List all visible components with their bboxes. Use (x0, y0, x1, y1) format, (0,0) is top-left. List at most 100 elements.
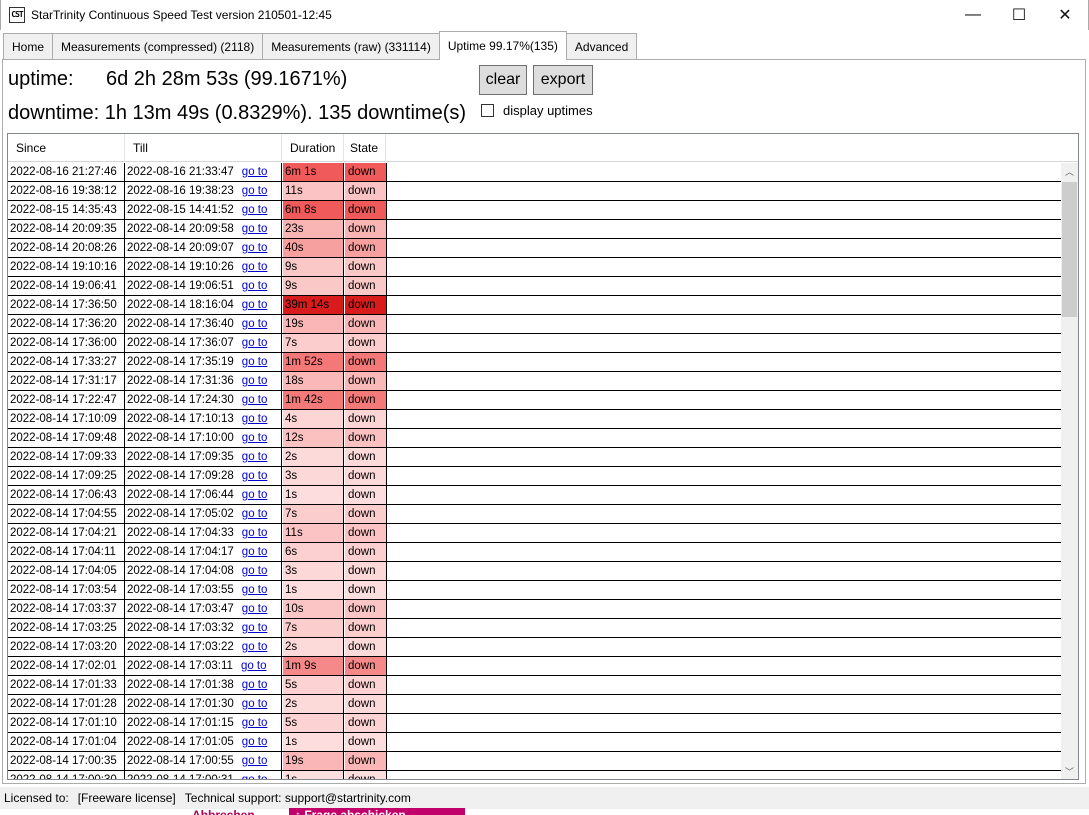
goto-link[interactable]: go to (242, 489, 268, 501)
cell-state: down (345, 619, 387, 637)
tab-measurements-compressed[interactable]: Measurements (compressed) (2118) (52, 33, 264, 59)
table-row[interactable]: 2022-08-14 17:31:17 2022-08-14 17:31:36 go… (8, 372, 1062, 391)
goto-link[interactable]: go to (241, 660, 267, 672)
goto-link[interactable]: go to (242, 432, 268, 444)
goto-link[interactable]: go to (242, 185, 268, 197)
tab-measurements-raw[interactable]: Measurements (raw) (331114) (262, 33, 440, 59)
table-row[interactable]: 2022-08-14 17:04:55 2022-08-14 17:05:02 go… (8, 505, 1062, 524)
till-value: 2022-08-14 17:04:08 (127, 565, 234, 577)
goto-link[interactable]: go to (242, 337, 268, 349)
goto-link[interactable]: go to (242, 204, 268, 216)
table-row[interactable]: 2022-08-14 17:06:43 2022-08-14 17:06:44 go… (8, 486, 1062, 505)
goto-link[interactable]: go to (242, 717, 268, 729)
goto-link[interactable]: go to (242, 242, 268, 254)
goto-link[interactable]: go to (242, 774, 268, 779)
table-row[interactable]: 2022-08-14 19:10:16 2022-08-14 19:10:26 go… (8, 258, 1062, 277)
table-row[interactable]: 2022-08-14 17:04:11 2022-08-14 17:04:17 go… (8, 543, 1062, 562)
cell-since: 2022-08-14 17:03:20 (8, 638, 125, 656)
close-icon[interactable]: ✕ (1042, 0, 1088, 30)
goto-link[interactable]: go to (242, 603, 268, 615)
table-row[interactable]: 2022-08-14 17:09:48 2022-08-14 17:10:00 go… (8, 429, 1062, 448)
cell-till: 2022-08-14 17:04:08 go to (125, 562, 282, 580)
display-uptimes-option[interactable]: display uptimes (481, 103, 593, 118)
goto-link[interactable]: go to (242, 261, 268, 273)
goto-link[interactable]: go to (242, 546, 268, 558)
table-row[interactable]: 2022-08-14 17:03:25 2022-08-14 17:03:32 go… (8, 619, 1062, 638)
goto-link[interactable]: go to (242, 527, 268, 539)
scroll-down-icon[interactable]: ﹀ (1061, 763, 1078, 779)
goto-link[interactable]: go to (242, 318, 268, 330)
vertical-scrollbar[interactable]: ︿ ﹀ (1061, 163, 1078, 779)
table-row[interactable]: 2022-08-14 17:09:33 2022-08-14 17:09:35 go… (8, 448, 1062, 467)
window-title: StarTrinity Continuous Speed Test versio… (31, 8, 332, 22)
table-row[interactable]: 2022-08-14 17:03:20 2022-08-14 17:03:22 go… (8, 638, 1062, 657)
table-row[interactable]: 2022-08-15 14:35:43 2022-08-15 14:41:52 go… (8, 201, 1062, 220)
cell-since: 2022-08-14 17:04:21 (8, 524, 125, 542)
tab-home[interactable]: Home (3, 33, 54, 59)
cell-till: 2022-08-14 17:31:36 go to (125, 372, 282, 390)
clear-button[interactable]: clear (479, 65, 527, 95)
table-row[interactable]: 2022-08-14 17:33:27 2022-08-14 17:35:19 go… (8, 353, 1062, 372)
cell-till: 2022-08-14 17:03:47 go to (125, 600, 282, 618)
table-row[interactable]: 2022-08-14 17:03:54 2022-08-14 17:03:55 go… (8, 581, 1062, 600)
goto-link[interactable]: go to (242, 679, 268, 691)
cell-duration: 5s (283, 714, 344, 732)
goto-link[interactable]: go to (242, 223, 268, 235)
table-row[interactable]: 2022-08-14 17:01:04 2022-08-14 17:01:05 go… (8, 733, 1062, 752)
goto-link[interactable]: go to (242, 356, 268, 368)
goto-link[interactable]: go to (242, 375, 268, 387)
header-duration[interactable]: Duration (282, 134, 344, 162)
scroll-up-icon[interactable]: ︿ (1061, 163, 1078, 180)
goto-link[interactable]: go to (242, 755, 268, 767)
scroll-thumb[interactable] (1062, 182, 1077, 317)
goto-link[interactable]: go to (242, 508, 268, 520)
table-row[interactable]: 2022-08-14 17:09:25 2022-08-14 17:09:28 go… (8, 467, 1062, 486)
goto-link[interactable]: go to (242, 280, 268, 292)
minimize-icon[interactable]: — (950, 0, 996, 30)
tab-uptime[interactable]: Uptime 99.17%(135) (438, 31, 567, 60)
table-row[interactable]: 2022-08-14 17:01:33 2022-08-14 17:01:38 go… (8, 676, 1062, 695)
goto-link[interactable]: go to (242, 451, 268, 463)
header-since[interactable]: Since (8, 134, 125, 162)
goto-link[interactable]: go to (242, 622, 268, 634)
goto-link[interactable]: go to (242, 299, 268, 311)
table-row[interactable]: 2022-08-14 17:04:21 2022-08-14 17:04:33 go… (8, 524, 1062, 543)
goto-link[interactable]: go to (242, 166, 268, 178)
goto-link[interactable]: go to (242, 736, 268, 748)
table-row[interactable]: 2022-08-14 17:36:50 2022-08-14 18:16:04 go… (8, 296, 1062, 315)
table-row[interactable]: 2022-08-14 17:36:00 2022-08-14 17:36:07 go… (8, 334, 1062, 353)
table-row[interactable]: 2022-08-14 17:22:47 2022-08-14 17:24:30 go… (8, 391, 1062, 410)
cell-duration: 6m 1s (283, 163, 344, 181)
table-row[interactable]: 2022-08-16 19:38:12 2022-08-16 19:38:23 go… (8, 182, 1062, 201)
export-button[interactable]: export (533, 65, 593, 95)
header-state[interactable]: State (344, 134, 386, 162)
maximize-icon[interactable]: ☐ (996, 0, 1042, 30)
table-row[interactable]: 2022-08-14 17:04:05 2022-08-14 17:04:08 go… (8, 562, 1062, 581)
goto-link[interactable]: go to (242, 565, 268, 577)
table-row[interactable]: 2022-08-14 17:03:37 2022-08-14 17:03:47 go… (8, 600, 1062, 619)
table-row[interactable]: 2022-08-14 17:01:10 2022-08-14 17:01:15 go… (8, 714, 1062, 733)
goto-link[interactable]: go to (242, 470, 268, 482)
status-bar: Licensed to: [Freeware license] Technica… (0, 787, 1089, 809)
table-row[interactable]: 2022-08-14 17:10:09 2022-08-14 17:10:13 go… (8, 410, 1062, 429)
goto-link[interactable]: go to (242, 413, 268, 425)
table-row[interactable]: 2022-08-14 20:08:26 2022-08-14 20:09:07 go… (8, 239, 1062, 258)
till-value: 2022-08-14 17:35:19 (127, 356, 234, 368)
table-row[interactable]: 2022-08-14 17:00:30 2022-08-14 17:00:31 go… (8, 771, 1062, 779)
cell-state: down (345, 239, 387, 257)
table-row[interactable]: 2022-08-16 21:27:46 2022-08-16 21:33:47 go… (8, 163, 1062, 182)
table-row[interactable]: 2022-08-14 20:09:35 2022-08-14 20:09:58 go… (8, 220, 1062, 239)
table-row[interactable]: 2022-08-14 17:36:20 2022-08-14 17:36:40 go… (8, 315, 1062, 334)
table-row[interactable]: 2022-08-14 17:00:35 2022-08-14 17:00:55 go… (8, 752, 1062, 771)
header-till[interactable]: Till (125, 134, 282, 162)
table-row[interactable]: 2022-08-14 17:02:01 2022-08-14 17:03:11 go… (8, 657, 1062, 676)
goto-link[interactable]: go to (242, 394, 268, 406)
tab-advanced[interactable]: Advanced (565, 33, 638, 59)
table-row[interactable]: 2022-08-14 19:06:41 2022-08-14 19:06:51 go… (8, 277, 1062, 296)
display-uptimes-checkbox[interactable] (481, 104, 494, 117)
cell-duration: 9s (283, 258, 344, 276)
table-row[interactable]: 2022-08-14 17:01:28 2022-08-14 17:01:30 go… (8, 695, 1062, 714)
goto-link[interactable]: go to (242, 698, 268, 710)
goto-link[interactable]: go to (242, 584, 268, 596)
goto-link[interactable]: go to (242, 641, 268, 653)
